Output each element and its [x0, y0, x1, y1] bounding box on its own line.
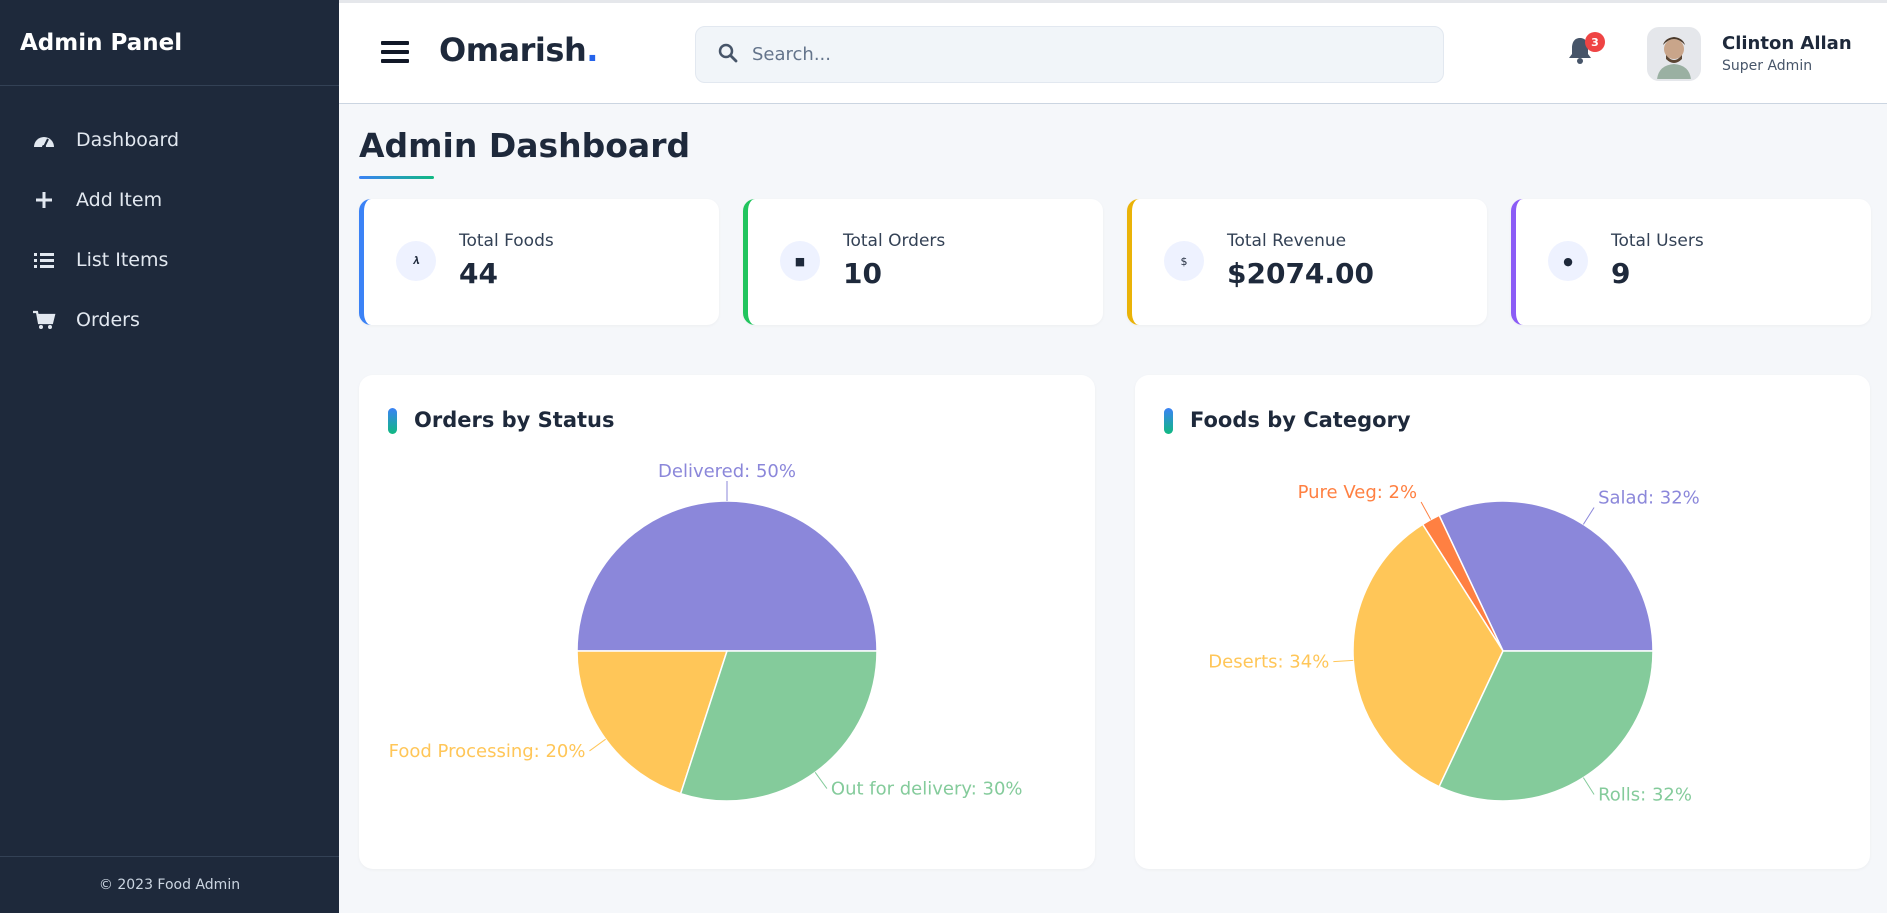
pie-label-food-processing: Food Processing: 20% [389, 741, 586, 762]
stat-card-total-revenue: $ Total Revenue $2074.00 [1127, 199, 1487, 325]
stat-card-total-foods: 𝝀 Total Foods 44 [359, 199, 719, 325]
sidebar-item-label: List Items [76, 249, 169, 271]
stat-value: $2074.00 [1227, 257, 1375, 290]
stat-label: Total Foods [459, 231, 554, 251]
sidebar-item-label: Add Item [76, 189, 163, 211]
brand-logo[interactable]: Omarish. [439, 31, 598, 69]
foods-by-category-panel: Foods by Category Salad: 32% Pure Veg: 2%… [1135, 375, 1870, 869]
avatar[interactable] [1647, 27, 1701, 81]
utensils-icon: 𝝀 [396, 241, 436, 281]
top-header: Omarish. 3 Clinton Allan Super Admin [339, 3, 1887, 104]
sidebar: Admin Panel Dashboard Add Item List Item… [0, 0, 339, 913]
sidebar-item-add-item[interactable]: Add Item [0, 170, 339, 230]
sidebar-item-orders[interactable]: Orders [0, 290, 339, 350]
cart-icon [30, 310, 58, 330]
pie-label-deserts: Deserts: 34% [1208, 652, 1329, 673]
stat-value: 44 [459, 257, 498, 290]
notifications-button[interactable]: 3 [1565, 32, 1605, 69]
pie-label-line-salad [1582, 507, 1595, 525]
stat-label: Total Orders [843, 231, 946, 251]
pie-label-line-out-for-delivery [814, 772, 828, 789]
stat-label: Total Users [1611, 231, 1704, 251]
sidebar-item-list-items[interactable]: List Items [0, 230, 339, 290]
stat-card-total-users: ● Total Users 9 [1511, 199, 1871, 325]
search-input[interactable] [752, 44, 1402, 65]
user-name: Clinton Allan [1722, 33, 1852, 54]
menu-toggle-button[interactable] [381, 41, 409, 65]
stat-value: 10 [843, 257, 882, 290]
search-box [695, 26, 1444, 83]
notification-badge: 3 [1585, 32, 1605, 52]
pie-label-out-for-delivery: Out for delivery: 30% [831, 779, 1023, 800]
pie-label-pure-veg: Pure Veg: 2% [1298, 482, 1418, 503]
user-role: Super Admin [1722, 58, 1813, 74]
sidebar-title: Admin Panel [0, 0, 339, 86]
search-icon [718, 43, 738, 67]
pie-label-line-deserts [1333, 659, 1354, 663]
list-icon [30, 251, 58, 269]
stat-card-total-orders: ■ Total Orders 10 [743, 199, 1103, 325]
pie-label-line-pure-veg [1420, 501, 1432, 520]
cart-icon: ■ [780, 241, 820, 281]
stat-value: 9 [1611, 257, 1631, 290]
pie-label-delivered: Delivered: 50% [658, 461, 796, 482]
pie-slice-delivered[interactable] [576, 500, 878, 652]
sidebar-footer: © 2023 Food Admin [0, 856, 339, 913]
sidebar-item-label: Dashboard [76, 129, 180, 151]
sidebar-item-dashboard[interactable]: Dashboard [0, 110, 339, 170]
sidebar-item-label: Orders [76, 309, 140, 331]
pie-label-line-rolls [1582, 777, 1595, 795]
title-underline [359, 176, 434, 179]
pie-label-salad: Salad: 32% [1598, 487, 1700, 508]
sidebar-nav: Dashboard Add Item List Items Orders [0, 86, 339, 350]
orders-by-status-panel: Orders by Status Delivered: 50% Food Proc… [359, 375, 1095, 869]
page-title: Admin Dashboard [359, 126, 691, 165]
users-icon: ● [1548, 241, 1588, 281]
dashboard-gauge-icon [30, 131, 58, 149]
foods-category-pie-chart: Salad: 32% Pure Veg: 2% Deserts: 34% Rolls:… [1208, 482, 1700, 806]
orders-status-pie-chart: Delivered: 50% Food Processing: 20% Out fo… [389, 461, 1023, 802]
pie-label-rolls: Rolls: 32% [1598, 785, 1692, 806]
dollar-icon: $ [1164, 241, 1204, 281]
pie-label-line-food-processing [589, 738, 606, 752]
plus-icon [30, 191, 58, 209]
stat-label: Total Revenue [1227, 231, 1347, 251]
